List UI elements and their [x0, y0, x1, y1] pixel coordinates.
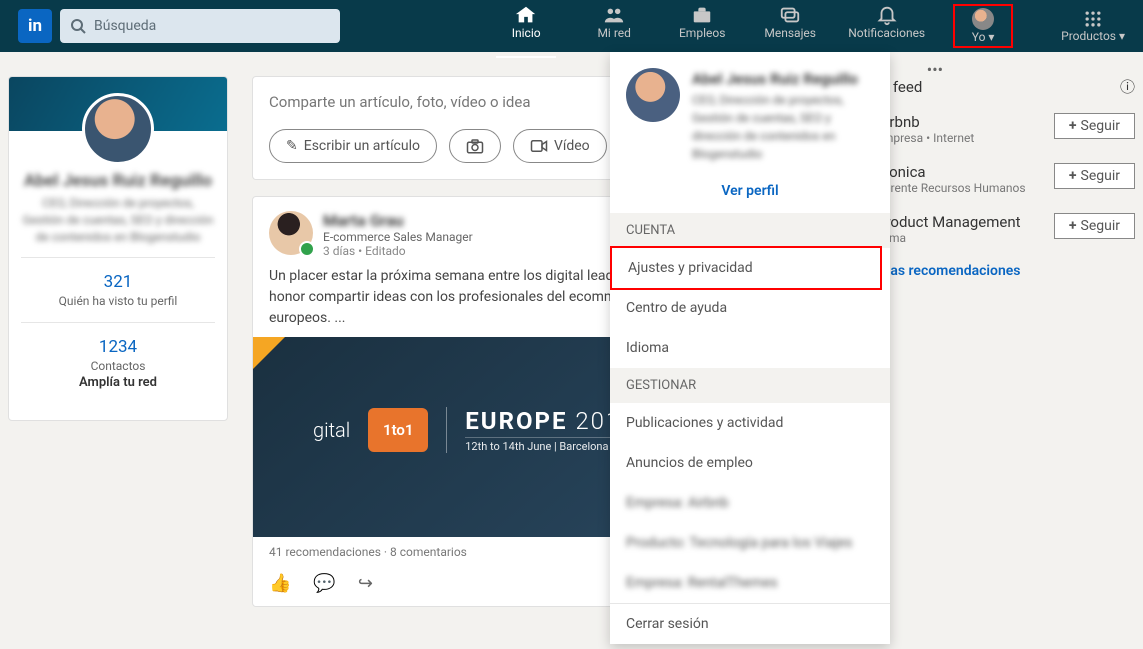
like-button[interactable]: 👍	[269, 573, 291, 594]
messages-icon	[779, 4, 801, 26]
bell-icon	[876, 4, 898, 26]
post-author-role: E-commerce Sales Manager	[323, 230, 473, 244]
nav-messages[interactable]: Mensajes	[760, 4, 820, 48]
nav-products[interactable]: Productos ▾	[1061, 9, 1125, 43]
dropdown-section-manage: GESTIONAR	[610, 368, 890, 403]
nav-home[interactable]: Inicio	[496, 4, 556, 48]
write-article-button[interactable]: ✎ Escribir un artículo	[269, 129, 437, 163]
avatar-icon	[972, 8, 994, 30]
settings-privacy-item[interactable]: Ajustes y privacidad	[610, 246, 882, 290]
follow-button[interactable]: +Seguir	[1054, 163, 1135, 189]
suggestion-item: Airbnb Empresa • Internet +Seguir	[876, 113, 1135, 145]
video-icon	[530, 139, 548, 153]
profile-views-stat[interactable]: 321 Quién ha visto tu perfil	[21, 257, 215, 322]
top-navigation: in Búsqueda Inicio Mi red Empleos Mensaj…	[0, 0, 1143, 52]
profile-description: CEO, Dirección de proyectos, Gestión de …	[21, 195, 215, 245]
logout-item[interactable]: Cerrar sesión	[610, 603, 890, 644]
profile-cover	[9, 77, 227, 131]
overflow-dots[interactable]: •••	[927, 60, 943, 79]
nav-notifications[interactable]: Notificaciones	[848, 4, 925, 48]
event-badge: 1to1	[368, 408, 428, 452]
profile-name[interactable]: Abel Jesus Ruiz Reguillo	[21, 171, 215, 191]
nav-network[interactable]: Mi red	[584, 4, 644, 48]
help-center-item[interactable]: Centro de ayuda	[610, 288, 890, 328]
job-listings-item[interactable]: Anuncios de empleo	[610, 443, 890, 483]
post-author-name[interactable]: Marta Grau	[323, 211, 473, 230]
suggestion-item: Monica Gerente Recursos Humanos +Seguir	[876, 163, 1135, 195]
profile-contacts-stat[interactable]: 1234 Contactos Amplía tu red	[21, 322, 215, 404]
search-placeholder: Búsqueda	[94, 18, 156, 34]
search-icon	[70, 18, 86, 34]
suggestion-item: Product Management Tema +Seguir	[876, 213, 1135, 245]
photo-button[interactable]	[449, 129, 501, 163]
profile-avatar[interactable]	[82, 93, 154, 165]
home-icon	[515, 4, 537, 26]
briefcase-icon	[691, 4, 713, 26]
share-button[interactable]: ↪	[358, 573, 373, 594]
info-icon[interactable]: ⓘ	[1120, 76, 1135, 97]
view-profile-link[interactable]: Ver perfil	[610, 179, 890, 213]
dropdown-user-name: Abel Jesus Ruiz Reguillo	[692, 68, 874, 91]
search-input[interactable]: Búsqueda	[60, 9, 340, 43]
all-recommendations-link[interactable]: s las recomendaciones	[876, 263, 1135, 279]
camera-icon	[466, 138, 484, 154]
language-item[interactable]: Idioma	[610, 328, 890, 368]
video-button[interactable]: Vídeo	[513, 129, 607, 163]
comment-button[interactable]: 💬	[313, 573, 335, 594]
follow-button[interactable]: +Seguir	[1054, 213, 1135, 239]
follow-button[interactable]: +Seguir	[1054, 113, 1135, 139]
post-timestamp: 3 días • Editado	[323, 244, 473, 258]
linkedin-logo[interactable]: in	[18, 9, 52, 43]
company-item-2[interactable]: Empresa: RentalThemes	[610, 563, 890, 603]
edit-icon: ✎	[286, 138, 298, 154]
product-item[interactable]: Producto: Tecnología para los Viajes	[610, 523, 890, 563]
dropdown-avatar[interactable]	[626, 68, 680, 122]
dropdown-user-desc: CEO, Dirección de proyectos, Gestión de …	[692, 91, 874, 163]
network-icon	[603, 4, 625, 26]
me-dropdown: Abel Jesus Ruiz Reguillo CEO, Dirección …	[610, 52, 890, 644]
dropdown-section-account: CUENTA	[610, 213, 890, 248]
post-author-avatar[interactable]	[269, 211, 313, 255]
profile-card: Abel Jesus Ruiz Reguillo CEO, Dirección …	[8, 76, 228, 421]
grid-icon	[1083, 9, 1103, 29]
company-item[interactable]: Empresa: Airbnb	[610, 483, 890, 523]
posts-activity-item[interactable]: Publicaciones y actividad	[610, 403, 890, 443]
nav-me[interactable]: Yo ▾	[953, 4, 1013, 48]
nav-jobs[interactable]: Empleos	[672, 4, 732, 48]
